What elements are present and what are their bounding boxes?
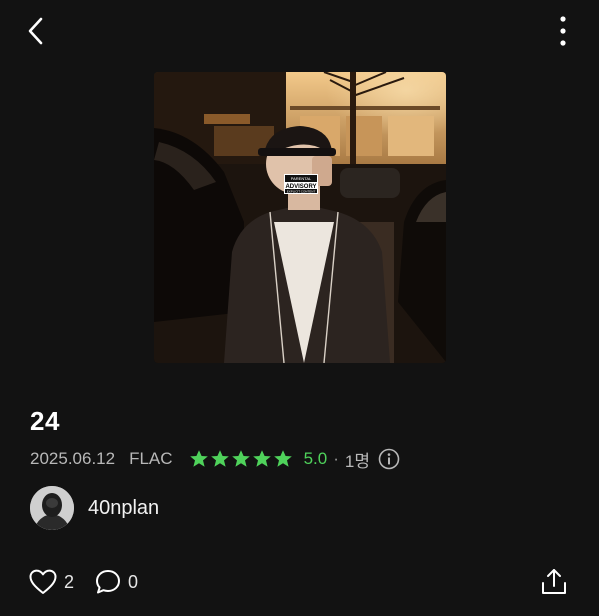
engagement-actions: 2 0: [28, 566, 138, 598]
like-count: 2: [64, 571, 75, 592]
like-button[interactable]: 2: [28, 568, 74, 596]
comment-icon: [96, 570, 121, 594]
chevron-left-icon: [28, 17, 43, 45]
comment-count: 0: [128, 571, 139, 592]
release-date: 2025.06.12: [30, 449, 116, 468]
star-icon[interactable]: [189, 449, 209, 469]
share-icon: [542, 569, 566, 594]
more-vertical-icon: [560, 16, 566, 46]
album-cover-image: PARENTAL ADVISORY EXPLICIT CONTENT: [154, 72, 446, 363]
meta-separator: ·: [333, 449, 339, 468]
star-icon[interactable]: [252, 449, 272, 469]
star-icon[interactable]: [231, 449, 251, 469]
share-button[interactable]: [538, 566, 570, 598]
audio-format: FLAC: [129, 449, 173, 468]
avatar[interactable]: [30, 486, 74, 530]
track-detail-screen: PARENTAL ADVISORY EXPLICIT CONTENT 24 20…: [0, 0, 599, 616]
album-cover[interactable]: PARENTAL ADVISORY EXPLICIT CONTENT: [154, 72, 446, 363]
advisory-label-line1: PARENTAL: [291, 176, 312, 181]
rating-stars[interactable]: [189, 449, 294, 469]
artist-name[interactable]: 40nplan: [88, 497, 159, 520]
more-options-button[interactable]: [550, 14, 576, 48]
track-title: 24: [30, 406, 60, 436]
star-icon[interactable]: [210, 449, 230, 469]
star-icon[interactable]: [273, 449, 293, 469]
rating-value: 5.0: [303, 449, 328, 468]
rater-count: 1명: [344, 451, 370, 471]
back-button[interactable]: [22, 14, 52, 48]
track-meta-row: 2025.06.12 FLAC 5.0 · 1명: [30, 446, 400, 472]
info-icon[interactable]: [378, 448, 400, 470]
artist-row[interactable]: 40nplan: [30, 484, 159, 532]
advisory-label-line3: EXPLICIT CONTENT: [287, 190, 316, 194]
comment-button[interactable]: 0: [94, 568, 138, 596]
artist-avatar-image: [30, 486, 74, 530]
heart-icon: [29, 569, 57, 594]
